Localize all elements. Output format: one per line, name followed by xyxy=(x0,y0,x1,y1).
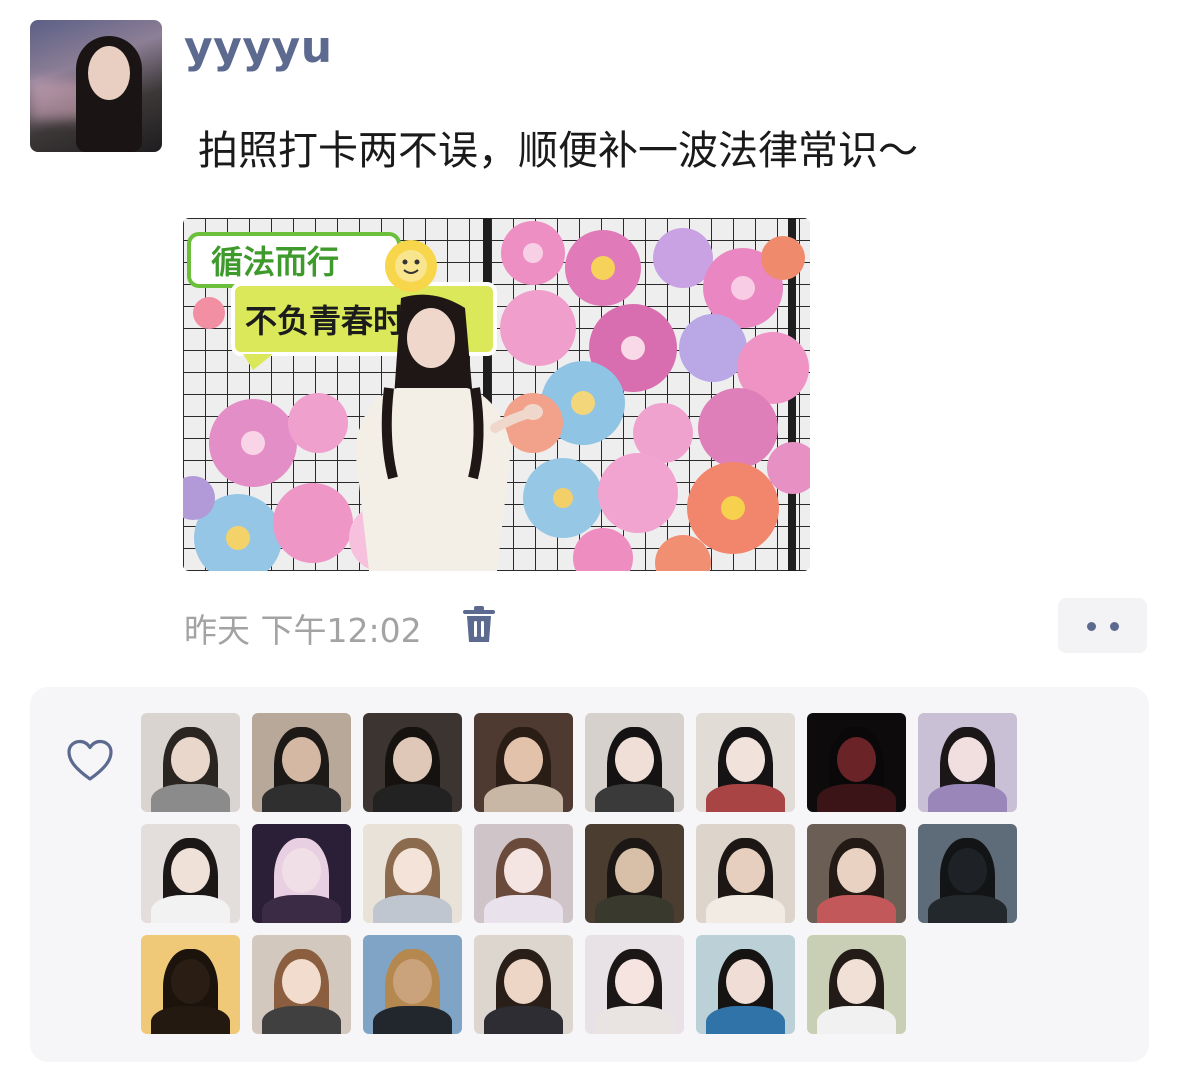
liker-avatar-body xyxy=(150,895,231,923)
liker-avatar[interactable] xyxy=(807,935,906,1034)
liker-avatar[interactable] xyxy=(585,935,684,1034)
liker-avatar[interactable] xyxy=(474,935,573,1034)
liker-avatar-body xyxy=(150,1006,231,1034)
liker-avatar-body xyxy=(594,1006,675,1034)
liker-avatar[interactable] xyxy=(474,824,573,923)
liker-avatar[interactable] xyxy=(252,713,351,812)
more-dots-icon xyxy=(1110,622,1119,631)
liker-avatar-body xyxy=(372,1006,453,1034)
liker-avatar[interactable] xyxy=(696,713,795,812)
more-options-button[interactable] xyxy=(1058,598,1147,653)
liker-avatar[interactable] xyxy=(918,713,1017,812)
liker-avatar[interactable] xyxy=(918,824,1017,923)
liker-avatar-body xyxy=(261,1006,342,1034)
liker-avatar[interactable] xyxy=(363,935,462,1034)
post-text: 拍照打卡两不误，顺便补一波法律常识～ xyxy=(198,128,918,174)
liker-avatar-body xyxy=(705,784,786,812)
likes-panel xyxy=(30,687,1149,1062)
liker-avatar[interactable] xyxy=(807,713,906,812)
liker-avatar[interactable] xyxy=(252,935,351,1034)
liker-avatar-body xyxy=(372,784,453,812)
post-photo[interactable]: 循法而行 不负青春时光 xyxy=(183,218,810,571)
liker-avatar[interactable] xyxy=(696,824,795,923)
svg-text:循法而行: 循法而行 xyxy=(211,243,339,281)
heart-icon xyxy=(66,739,114,783)
liker-avatar[interactable] xyxy=(141,935,240,1034)
liker-avatar[interactable] xyxy=(141,713,240,812)
post-timestamp: 昨天 下午12:02 xyxy=(184,611,422,650)
liker-avatar[interactable] xyxy=(585,824,684,923)
liker-avatar-body xyxy=(927,784,1008,812)
liker-avatar-body xyxy=(594,784,675,812)
liker-avatar-body xyxy=(594,895,675,923)
liker-avatar-body xyxy=(927,895,1008,923)
liker-avatar-body xyxy=(705,1006,786,1034)
liker-avatar-body xyxy=(372,895,453,923)
liker-avatar-body xyxy=(483,895,564,923)
liker-avatar[interactable] xyxy=(585,713,684,812)
liker-avatar[interactable] xyxy=(141,824,240,923)
liker-avatar[interactable] xyxy=(252,824,351,923)
user-avatar[interactable] xyxy=(30,20,162,152)
liker-avatar[interactable] xyxy=(807,824,906,923)
liker-avatar-body xyxy=(816,895,897,923)
liker-avatar-body xyxy=(816,784,897,812)
liker-avatar[interactable] xyxy=(696,935,795,1034)
username[interactable]: yyyyu xyxy=(184,22,333,73)
liker-avatar-body xyxy=(261,784,342,812)
liker-avatar[interactable] xyxy=(363,824,462,923)
liker-avatar-body xyxy=(150,784,231,812)
liker-avatar-body xyxy=(705,895,786,923)
liker-avatar-body xyxy=(816,1006,897,1034)
more-dots-icon xyxy=(1087,622,1096,631)
avatar-face xyxy=(88,46,130,100)
trash-icon[interactable] xyxy=(460,604,498,644)
liker-avatar-body xyxy=(483,1006,564,1034)
liker-avatar[interactable] xyxy=(363,713,462,812)
liker-avatar-body xyxy=(261,895,342,923)
liker-avatar-body xyxy=(483,784,564,812)
liker-avatar[interactable] xyxy=(474,713,573,812)
